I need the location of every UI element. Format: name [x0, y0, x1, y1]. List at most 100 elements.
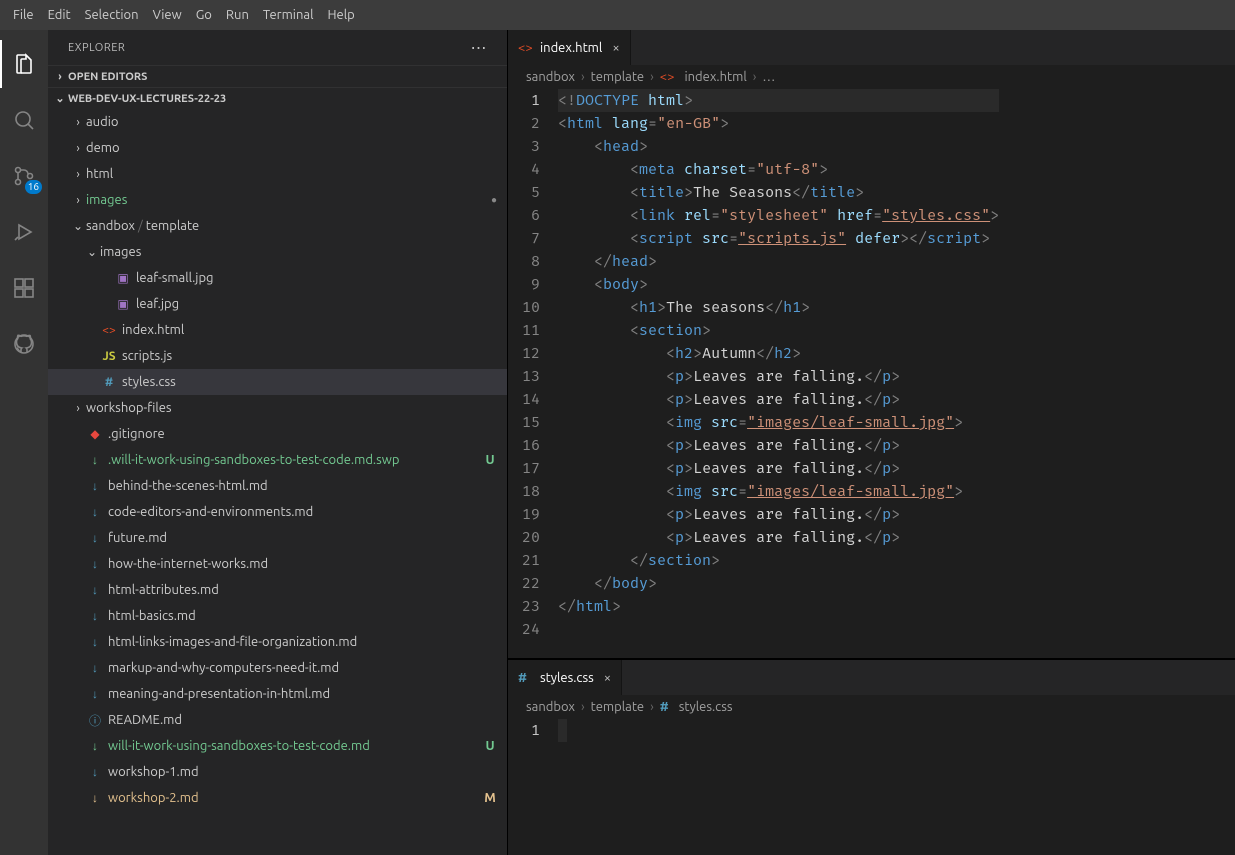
tree-label: html-attributes.md: [108, 583, 497, 597]
breadcrumb-segment[interactable]: styles.css: [679, 700, 733, 714]
run-debug-icon[interactable]: [0, 208, 48, 256]
tab-bar-top: <> index.html ×: [508, 30, 1235, 65]
menu-help[interactable]: Help: [320, 4, 361, 26]
folder-label: WEB-DEV-UX-LECTURES-22-23: [68, 93, 226, 105]
tab-styles-css[interactable]: # styles.css ×: [508, 660, 622, 695]
explorer-icon[interactable]: [0, 40, 48, 88]
git-status: U: [483, 453, 497, 467]
tree-file[interactable]: ↓will-it-work-using-sandboxes-to-test-co…: [48, 733, 507, 759]
editor-pane-top: <> index.html × sandbox›template›<>index…: [508, 30, 1235, 658]
tree-file[interactable]: ↓how-the-internet-works.md: [48, 551, 507, 577]
image-file-icon: ▣: [114, 269, 132, 287]
tree-file[interactable]: JSscripts.js: [48, 343, 507, 369]
open-editors-section[interactable]: › OPEN EDITORS: [48, 65, 507, 87]
markdown-file-icon: ↓: [86, 607, 104, 625]
tree-label: README.md: [108, 713, 497, 727]
menu-view[interactable]: View: [146, 4, 189, 26]
menu-edit[interactable]: Edit: [41, 4, 78, 26]
tree-label: html-links-images-and-file-organization.…: [108, 635, 497, 649]
breadcrumb-segment[interactable]: sandbox: [526, 700, 575, 714]
tree-label: styles.css: [122, 375, 497, 389]
breadcrumb-segment[interactable]: index.html: [684, 70, 746, 84]
tree-label: will-it-work-using-sandboxes-to-test-cod…: [108, 739, 477, 753]
tab-index-html[interactable]: <> index.html ×: [508, 30, 631, 65]
tree-file[interactable]: ↓ markup-and-why-computers-need-it.md: [48, 655, 507, 681]
html-file-icon: <>: [660, 70, 675, 84]
css-file-icon: #: [660, 700, 669, 714]
menu-file[interactable]: File: [6, 4, 41, 26]
tab-bar-bottom: # styles.css ×: [508, 660, 1235, 695]
menu-bar: FileEditSelectionViewGoRunTerminalHelp: [0, 0, 1235, 30]
menu-selection[interactable]: Selection: [78, 4, 146, 26]
tree-folder[interactable]: ⌄images: [48, 239, 507, 265]
markdown-file-icon: ↓: [86, 659, 104, 677]
tree-label: leaf.jpg: [136, 297, 497, 311]
tree-folder[interactable]: ›audio: [48, 109, 507, 135]
tree-file[interactable]: ↓ html-attributes.md: [48, 577, 507, 603]
tree-file[interactable]: ▣leaf.jpg: [48, 291, 507, 317]
tree-file[interactable]: ⓘ README.md: [48, 707, 507, 733]
breadcrumb-top[interactable]: sandbox›template›<>index.html›…: [508, 65, 1235, 89]
tree-label: workshop-2.md: [108, 791, 477, 805]
close-icon[interactable]: ×: [612, 41, 619, 55]
close-icon[interactable]: ×: [604, 671, 611, 685]
tree-label: markup-and-why-computers-need-it.md: [108, 661, 497, 675]
editor-pane-bottom: # styles.css × sandbox›template›#styles.…: [508, 660, 1235, 855]
breadcrumb-segment[interactable]: template: [591, 70, 644, 84]
code-editor-top[interactable]: 123456789101112131415161718192021222324 …: [508, 89, 1235, 658]
breadcrumb-segment[interactable]: sandbox: [526, 70, 575, 84]
git-status: U: [483, 739, 497, 753]
markdown-file-icon: ↓: [86, 763, 104, 781]
tree-file[interactable]: ↓code-editors-and-environments.md: [48, 499, 507, 525]
chevron-icon: ›: [70, 168, 86, 181]
tree-folder[interactable]: ⌄sandbox / template: [48, 213, 507, 239]
tree-label: images: [86, 193, 483, 207]
breadcrumb-segment[interactable]: …: [762, 70, 775, 84]
menu-terminal[interactable]: Terminal: [256, 4, 321, 26]
markdown-file-icon: ↓: [86, 789, 104, 807]
editor-group: <> index.html × sandbox›template›<>index…: [508, 30, 1235, 855]
tree-file[interactable]: ↓future.md: [48, 525, 507, 551]
markdown-file-icon: ↓: [86, 529, 104, 547]
tree-file[interactable]: ↓workshop-1.md: [48, 759, 507, 785]
tree-folder[interactable]: ›demo: [48, 135, 507, 161]
folder-section[interactable]: ⌄ WEB-DEV-UX-LECTURES-22-23: [48, 87, 507, 109]
tree-label: leaf-small.jpg: [136, 271, 497, 285]
tree-file[interactable]: ▣ leaf-small.jpg: [48, 265, 507, 291]
github-icon[interactable]: [0, 320, 48, 368]
breadcrumb-segment[interactable]: template: [591, 700, 644, 714]
code-content[interactable]: [558, 719, 587, 855]
tree-label: meaning-and-presentation-in-html.md: [108, 687, 497, 701]
tree-file[interactable]: ↓ html-links-images-and-file-organization…: [48, 629, 507, 655]
tree-file[interactable]: <>index.html: [48, 317, 507, 343]
menu-run[interactable]: Run: [219, 4, 256, 26]
breadcrumb-bottom[interactable]: sandbox›template›#styles.css: [508, 695, 1235, 719]
tree-folder[interactable]: ›workshop-files: [48, 395, 507, 421]
markdown-file-icon: ↓: [86, 685, 104, 703]
extensions-icon[interactable]: [0, 264, 48, 312]
markdown-file-icon: ↓: [86, 451, 104, 469]
file-tree[interactable]: ›audio›demo›html›images●⌄sandbox / templ…: [48, 109, 507, 855]
js-file-icon: JS: [100, 347, 118, 365]
code-editor-bottom[interactable]: 1: [508, 719, 1235, 855]
menu-go[interactable]: Go: [189, 4, 219, 26]
tree-file[interactable]: ↓ meaning-and-presentation-in-html.md: [48, 681, 507, 707]
search-icon[interactable]: [0, 96, 48, 144]
markdown-file-icon: ↓: [86, 581, 104, 599]
more-actions-icon[interactable]: ⋯: [471, 38, 488, 57]
tree-file[interactable]: ↓.will-it-work-using-sandboxes-to-test-c…: [48, 447, 507, 473]
tree-file[interactable]: ↓behind-the-scenes-html.md: [48, 473, 507, 499]
tree-file[interactable]: ↓workshop-2.mdM: [48, 785, 507, 811]
tree-folder[interactable]: ›images●: [48, 187, 507, 213]
code-content[interactable]: <!DOCTYPE html><html lang="en-GB"> <head…: [558, 89, 1019, 658]
tree-file[interactable]: ↓html-basics.md: [48, 603, 507, 629]
tree-folder[interactable]: ›html: [48, 161, 507, 187]
chevron-icon: ⌄: [70, 219, 86, 233]
readme-icon: ⓘ: [86, 711, 104, 729]
source-control-icon[interactable]: 16: [0, 152, 48, 200]
line-numbers: 123456789101112131415161718192021222324: [508, 89, 558, 658]
markdown-file-icon: ↓: [86, 633, 104, 651]
tree-file[interactable]: #styles.css: [48, 369, 507, 395]
tree-file[interactable]: ◆.gitignore: [48, 421, 507, 447]
tree-label: how-the-internet-works.md: [108, 557, 497, 571]
